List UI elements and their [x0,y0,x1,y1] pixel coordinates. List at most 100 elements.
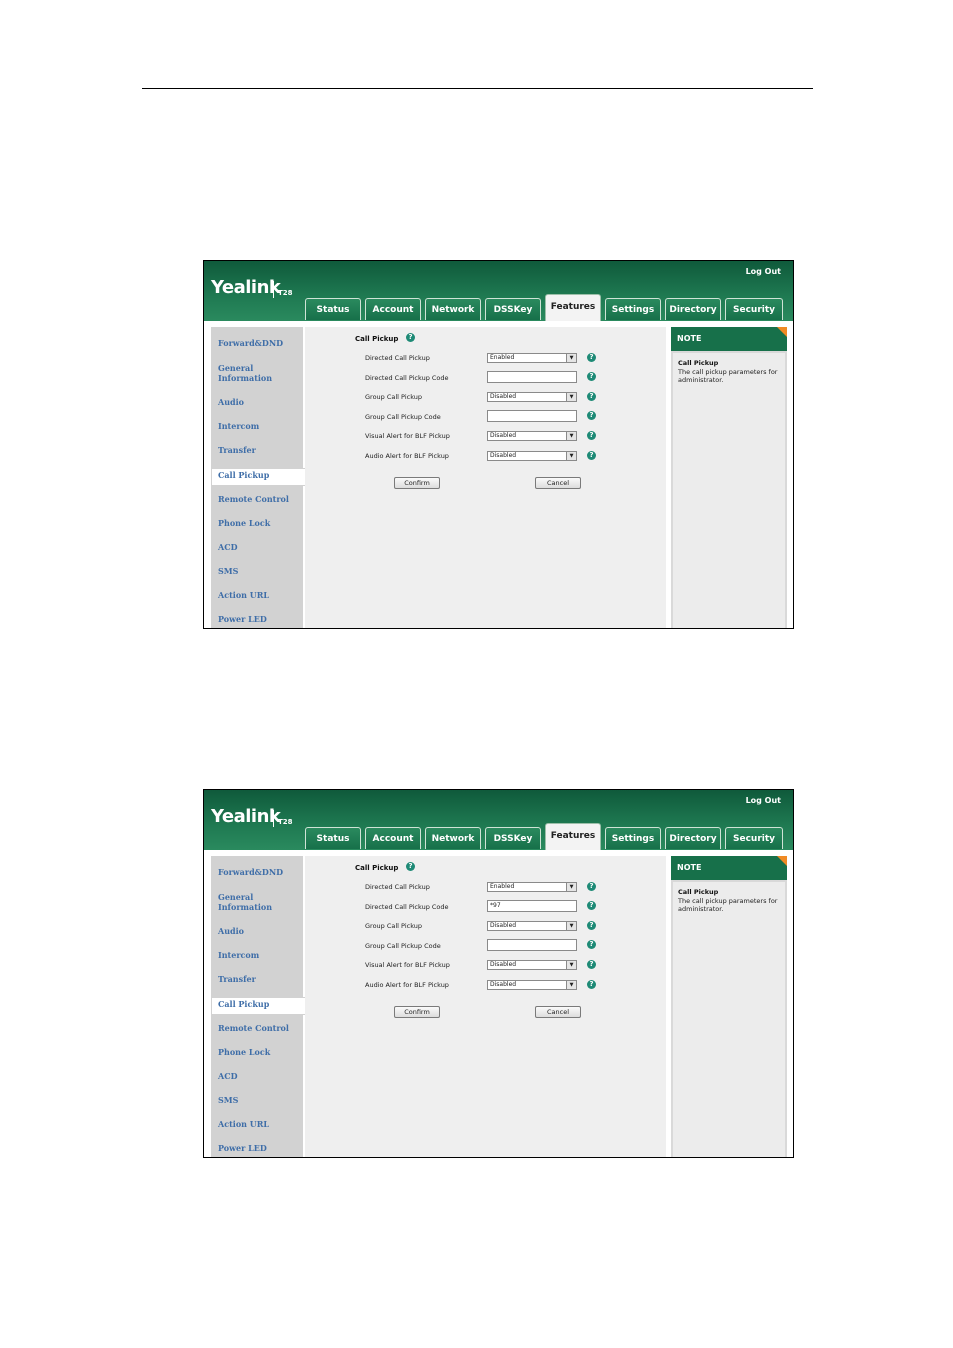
group-call-pickup-label: Group Call Pickup [365,922,423,930]
tab-settings[interactable]: Settings [605,827,661,849]
sidebar-item-audio[interactable]: Audio [218,926,244,936]
sidebar-item-remote-control[interactable]: Remote Control [218,494,289,504]
sidebar-item-phone-lock[interactable]: Phone Lock [218,518,270,528]
sidebar-item-acd[interactable]: ACD [218,1071,238,1081]
brand-logo: Yealink [211,277,281,298]
tab-account[interactable]: Account [365,298,421,320]
help-icon[interactable]: ? [406,333,415,342]
visual-alert-blf-value: Disabled [490,432,517,439]
sidebar-item-call-pickup[interactable]: Call Pickup [218,999,269,1009]
brand-logo: Yealink [211,806,281,827]
sidebar-item-transfer[interactable]: Transfer [218,974,256,984]
top-header: Yealink T28 Log Out Status Account Netwo… [204,261,793,322]
sidebar-item-general-information[interactable]: General Information [218,892,288,912]
sidebar-item-forward-dnd[interactable]: Forward&DND [218,338,283,348]
confirm-button[interactable]: Confirm [394,477,440,489]
tab-status[interactable]: Status [305,298,361,320]
tab-security[interactable]: Security [725,298,783,320]
sidebar-item-intercom[interactable]: Intercom [218,421,259,431]
model-label: T28 [278,289,293,297]
audio-alert-blf-select[interactable]: Disabled ▼ [487,451,577,461]
web-ui-screenshot-2: Yealink T28 Log Out Status Account Netwo… [203,789,794,1158]
tab-settings[interactable]: Settings [605,298,661,320]
settings-panel: Call Pickup ? Directed Call Pickup Enabl… [305,856,666,1157]
help-icon[interactable]: ? [587,960,596,969]
sidebar-item-general-information[interactable]: General Information [218,363,288,383]
help-icon[interactable]: ? [587,372,596,381]
sidebar-item-power-led[interactable]: Power LED [218,1143,267,1153]
visual-alert-blf-select[interactable]: Disabled ▼ [487,960,577,970]
help-icon[interactable]: ? [587,901,596,910]
dropdown-arrow-icon: ▼ [566,961,576,969]
sidebar-item-power-led[interactable]: Power LED [218,614,267,624]
cancel-button[interactable]: Cancel [535,477,581,489]
note-text: The call pickup parameters for administr… [678,368,778,384]
directed-call-pickup-select[interactable]: Enabled ▼ [487,353,577,363]
help-icon[interactable]: ? [406,862,415,871]
tab-network[interactable]: Network [425,298,481,320]
dropdown-arrow-icon: ▼ [566,922,576,930]
tab-security[interactable]: Security [725,827,783,849]
group-call-pickup-code-input[interactable] [487,410,577,422]
sidebar-item-remote-control[interactable]: Remote Control [218,1023,289,1033]
tab-dsskey[interactable]: DSSKey [485,827,541,849]
directed-call-pickup-label: Directed Call Pickup [365,354,430,362]
help-icon[interactable]: ? [587,921,596,930]
sidebar-item-sms[interactable]: SMS [218,566,238,576]
cancel-button[interactable]: Cancel [535,1006,581,1018]
tab-directory[interactable]: Directory [665,298,721,320]
logout-link[interactable]: Log Out [746,796,781,805]
visual-alert-blf-select[interactable]: Disabled ▼ [487,431,577,441]
tab-dsskey[interactable]: DSSKey [485,298,541,320]
group-call-pickup-code-label: Group Call Pickup Code [365,413,441,421]
audio-alert-blf-value: Disabled [490,452,517,459]
help-icon[interactable]: ? [587,980,596,989]
page-body: Forward&DND General Information Audio Int… [204,850,793,1157]
directed-call-pickup-select[interactable]: Enabled ▼ [487,882,577,892]
dropdown-arrow-icon: ▼ [566,393,576,401]
audio-alert-blf-label: Audio Alert for BLF Pickup [365,452,449,460]
help-icon[interactable]: ? [587,353,596,362]
help-icon[interactable]: ? [587,431,596,440]
help-icon[interactable]: ? [587,940,596,949]
group-call-pickup-value: Disabled [490,922,517,929]
group-call-pickup-code-input[interactable] [487,939,577,951]
sidebar-item-phone-lock[interactable]: Phone Lock [218,1047,270,1057]
sidebar-item-intercom[interactable]: Intercom [218,950,259,960]
sidebar-item-forward-dnd[interactable]: Forward&DND [218,867,283,877]
directed-call-pickup-code-input[interactable] [487,371,577,383]
sidebar-item-audio[interactable]: Audio [218,397,244,407]
sidebar-item-transfer[interactable]: Transfer [218,445,256,455]
tab-directory[interactable]: Directory [665,827,721,849]
help-icon[interactable]: ? [587,392,596,401]
tab-network[interactable]: Network [425,827,481,849]
dropdown-arrow-icon: ▼ [566,432,576,440]
sidebar-item-action-url[interactable]: Action URL [218,1119,269,1129]
settings-panel: Call Pickup ? Directed Call Pickup Enabl… [305,327,666,628]
directed-call-pickup-label: Directed Call Pickup [365,883,430,891]
tab-account[interactable]: Account [365,827,421,849]
sidebar-item-call-pickup[interactable]: Call Pickup [218,470,269,480]
sidebar-item-sms[interactable]: SMS [218,1095,238,1105]
visual-alert-blf-label: Visual Alert for BLF Pickup [365,961,450,969]
dropdown-arrow-icon: ▼ [566,883,576,891]
group-call-pickup-select[interactable]: Disabled ▼ [487,921,577,931]
directed-call-pickup-code-input[interactable]: *97 [487,900,577,912]
tab-features[interactable]: Features [545,823,601,851]
sidebar-item-action-url[interactable]: Action URL [218,590,269,600]
group-call-pickup-select[interactable]: Disabled ▼ [487,392,577,402]
audio-alert-blf-select[interactable]: Disabled ▼ [487,980,577,990]
help-icon[interactable]: ? [587,451,596,460]
tab-features[interactable]: Features [545,294,601,322]
help-icon[interactable]: ? [587,411,596,420]
tab-status[interactable]: Status [305,827,361,849]
sidebar-item-acd[interactable]: ACD [218,542,238,552]
top-header: Yealink T28 Log Out Status Account Netwo… [204,790,793,851]
logout-link[interactable]: Log Out [746,267,781,276]
note-panel: NOTE Call Pickup The call pickup paramet… [671,856,787,1157]
confirm-button[interactable]: Confirm [394,1006,440,1018]
group-call-pickup-label: Group Call Pickup [365,393,423,401]
help-icon[interactable]: ? [587,882,596,891]
dropdown-arrow-icon: ▼ [566,354,576,362]
logo-separator [273,281,274,298]
